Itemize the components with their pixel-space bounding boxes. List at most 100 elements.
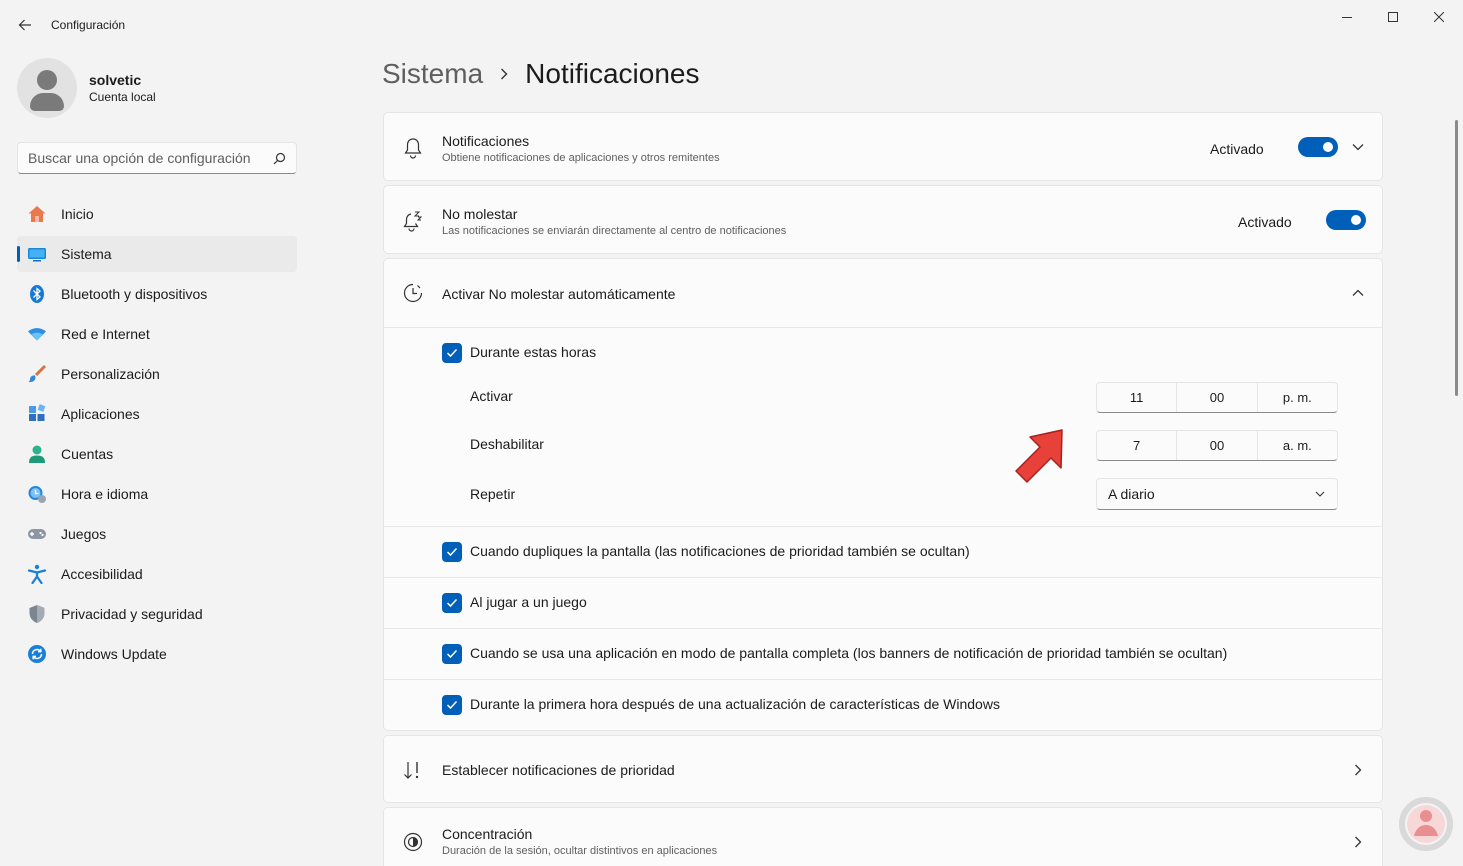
during-hours-label: Durante estas horas bbox=[470, 344, 597, 360]
sidebar-item-aplicaciones[interactable]: Aplicaciones bbox=[17, 396, 297, 432]
option-checkbox-gaming[interactable] bbox=[442, 593, 462, 613]
sidebar-item-bluetooth[interactable]: Bluetooth y dispositivos bbox=[17, 276, 297, 312]
sidebar-item-inicio[interactable]: Inicio bbox=[17, 196, 297, 232]
focus-subtitle: Duración de la sesión, ocultar distintiv… bbox=[442, 845, 718, 857]
sidebar-item-label: Cuentas bbox=[61, 446, 114, 462]
back-button[interactable] bbox=[12, 12, 38, 38]
chevron-right-icon bbox=[499, 67, 509, 81]
sidebar-item-red[interactable]: Red e Internet bbox=[17, 316, 297, 352]
chevron-down-icon[interactable] bbox=[1350, 139, 1366, 155]
dnd-title: No molestar bbox=[442, 206, 518, 222]
sidebar-item-cuentas[interactable]: Cuentas bbox=[17, 436, 297, 472]
time-language-icon bbox=[27, 484, 47, 504]
breadcrumb-parent[interactable]: Sistema bbox=[382, 58, 483, 90]
divider bbox=[384, 679, 1382, 680]
option-label: Cuando dupliques la pantalla (las notifi… bbox=[470, 543, 970, 559]
bluetooth-icon bbox=[27, 284, 47, 304]
brush-icon bbox=[27, 364, 47, 384]
activar-hour[interactable]: 11 bbox=[1097, 383, 1178, 412]
activar-minute[interactable]: 00 bbox=[1177, 383, 1258, 412]
activar-time-picker[interactable]: 11 00 p. m. bbox=[1096, 382, 1338, 413]
sidebar-item-windows-update[interactable]: Windows Update bbox=[17, 636, 297, 672]
close-button[interactable] bbox=[1416, 4, 1462, 30]
priority-title: Establecer notificaciones de prioridad bbox=[442, 762, 675, 778]
checkmark-icon bbox=[446, 547, 458, 557]
activar-period[interactable]: p. m. bbox=[1258, 383, 1337, 412]
maximize-icon bbox=[1388, 12, 1398, 22]
shield-icon bbox=[27, 604, 47, 624]
deshabilitar-time-picker[interactable]: 7 00 a. m. bbox=[1096, 430, 1338, 461]
sidebar-item-privacidad[interactable]: Privacidad y seguridad bbox=[17, 596, 297, 632]
deshabilitar-hour[interactable]: 7 bbox=[1097, 431, 1178, 460]
sidebar-item-label: Accesibilidad bbox=[61, 566, 143, 582]
notifications-state: Activado bbox=[1210, 141, 1264, 157]
accessibility-icon bbox=[27, 564, 47, 584]
solvetic-logo-icon bbox=[1399, 797, 1453, 851]
notifications-toggle[interactable] bbox=[1298, 137, 1338, 157]
search-icon bbox=[273, 152, 286, 164]
deshabilitar-minute[interactable]: 00 bbox=[1177, 431, 1258, 460]
notifications-subtitle: Obtiene notificaciones de aplicaciones y… bbox=[442, 152, 720, 164]
checkmark-icon bbox=[446, 348, 458, 358]
sidebar-nav: Inicio Sistema Bluetooth y dispositivos … bbox=[17, 196, 297, 676]
sidebar-item-personalizacion[interactable]: Personalización bbox=[17, 356, 297, 392]
bell-snooze-icon bbox=[401, 209, 425, 233]
sidebar-item-hora[interactable]: Hora e idioma bbox=[17, 476, 297, 512]
account-type: Cuenta local bbox=[89, 89, 156, 104]
apps-icon bbox=[27, 404, 47, 424]
system-icon bbox=[27, 244, 47, 264]
sidebar-item-label: Hora e idioma bbox=[61, 486, 149, 502]
search-input[interactable]: Buscar una opción de configuración bbox=[28, 150, 273, 166]
wifi-icon bbox=[27, 324, 47, 344]
search-box[interactable]: Buscar una opción de configuración bbox=[17, 142, 297, 174]
sidebar-item-accesibilidad[interactable]: Accesibilidad bbox=[17, 556, 297, 592]
priority-card[interactable]: Establecer notificaciones de prioridad bbox=[383, 735, 1383, 803]
sort-priority-icon bbox=[401, 758, 425, 782]
sidebar-item-label: Juegos bbox=[61, 526, 107, 542]
dnd-state: Activado bbox=[1238, 214, 1292, 230]
user-profile[interactable]: solvetic Cuenta local bbox=[17, 58, 156, 118]
scrollbar[interactable] bbox=[1455, 120, 1458, 396]
focus-card[interactable]: Concentración Duración de la sesión, ocu… bbox=[383, 807, 1383, 866]
deshabilitar-period[interactable]: a. m. bbox=[1258, 431, 1337, 460]
auto-dnd-title: Activar No molestar automáticamente bbox=[442, 286, 676, 302]
repetir-value: A diario bbox=[1108, 486, 1155, 502]
option-checkbox-feature-update[interactable] bbox=[442, 695, 462, 715]
notifications-card[interactable]: Notificaciones Obtiene notificaciones de… bbox=[383, 112, 1383, 181]
maximize-button[interactable] bbox=[1370, 4, 1416, 30]
update-icon bbox=[27, 644, 47, 664]
sidebar-item-juegos[interactable]: Juegos bbox=[17, 516, 297, 552]
option-checkbox-fullscreen[interactable] bbox=[442, 644, 462, 664]
focus-title: Concentración bbox=[442, 826, 533, 842]
during-hours-checkbox[interactable] bbox=[442, 343, 462, 363]
sidebar-item-label: Privacidad y seguridad bbox=[61, 606, 203, 622]
clock-icon bbox=[401, 281, 425, 305]
chevron-up-icon[interactable] bbox=[1350, 285, 1366, 301]
sidebar-item-label: Sistema bbox=[61, 246, 112, 262]
dnd-toggle[interactable] bbox=[1326, 210, 1366, 230]
option-checkbox-screen-duplicate[interactable] bbox=[442, 542, 462, 562]
back-arrow-icon bbox=[18, 19, 31, 31]
breadcrumb: Sistema Notificaciones bbox=[382, 58, 699, 90]
option-label: Al jugar a un juego bbox=[470, 594, 587, 610]
bell-icon bbox=[401, 136, 425, 160]
minimize-icon bbox=[1342, 17, 1352, 18]
sidebar-item-label: Windows Update bbox=[61, 646, 167, 662]
page-title: Notificaciones bbox=[525, 58, 700, 89]
auto-dnd-header[interactable]: Activar No molestar automáticamente bbox=[384, 259, 1382, 327]
annotation-arrow-icon bbox=[1015, 429, 1063, 483]
checkmark-icon bbox=[446, 649, 458, 659]
notifications-title: Notificaciones bbox=[442, 133, 530, 149]
checkmark-icon bbox=[446, 598, 458, 608]
dnd-card: No molestar Las notificaciones se enviar… bbox=[383, 185, 1383, 254]
sidebar-item-label: Red e Internet bbox=[61, 326, 150, 342]
divider bbox=[384, 327, 1382, 328]
minimize-button[interactable] bbox=[1324, 4, 1370, 30]
home-icon bbox=[27, 204, 47, 224]
avatar bbox=[17, 58, 77, 118]
close-icon bbox=[1434, 12, 1444, 22]
repetir-dropdown[interactable]: A diario bbox=[1096, 478, 1338, 510]
sidebar-item-sistema[interactable]: Sistema bbox=[17, 236, 297, 272]
deshabilitar-label: Deshabilitar bbox=[470, 436, 544, 452]
accounts-icon bbox=[27, 444, 47, 464]
